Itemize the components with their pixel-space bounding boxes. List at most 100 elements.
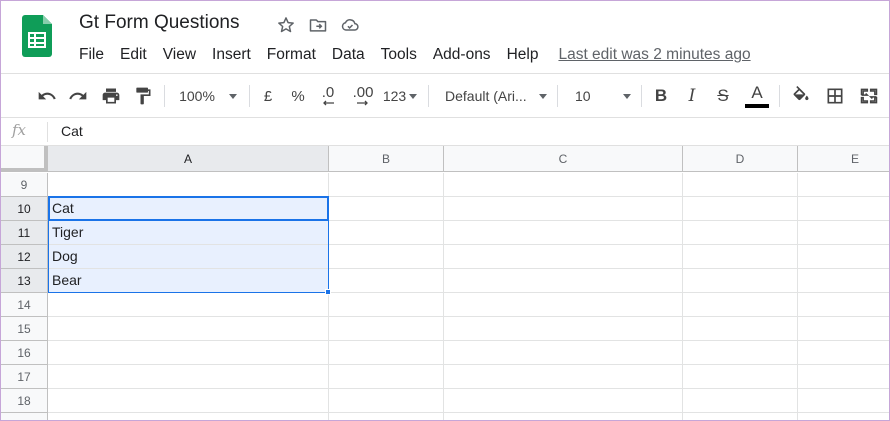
bold-button[interactable]: B: [649, 74, 673, 118]
cell-b11[interactable]: [329, 221, 444, 245]
cell-b15[interactable]: [329, 317, 444, 341]
text-color-button[interactable]: A: [744, 74, 770, 118]
cloud-status-icon[interactable]: [339, 14, 361, 36]
decrease-decimal-button[interactable]: .0: [315, 74, 341, 118]
cell-a19[interactable]: [48, 413, 329, 420]
cell-e19[interactable]: [798, 413, 889, 420]
zoom-select[interactable]: 100%: [173, 74, 243, 118]
cell-d17[interactable]: [683, 365, 798, 389]
cell-a12[interactable]: Dog: [48, 245, 329, 269]
select-all-corner[interactable]: [1, 146, 48, 172]
cell-a11[interactable]: Tiger: [48, 221, 329, 245]
cell-c15[interactable]: [444, 317, 683, 341]
percent-format-button[interactable]: %: [287, 74, 309, 118]
row-header[interactable]: 9: [1, 173, 48, 197]
cell-d16[interactable]: [683, 341, 798, 365]
cell-c17[interactable]: [444, 365, 683, 389]
cell-d14[interactable]: [683, 293, 798, 317]
font-family-select[interactable]: Default (Ari...: [439, 74, 551, 118]
strikethrough-button[interactable]: S: [711, 74, 735, 118]
italic-button[interactable]: I: [680, 74, 704, 118]
cell-c14[interactable]: [444, 293, 683, 317]
cell-c18[interactable]: [444, 389, 683, 413]
star-icon[interactable]: [275, 14, 297, 36]
row-header[interactable]: 10: [1, 197, 48, 221]
row-header[interactable]: 12: [1, 245, 48, 269]
menu-file[interactable]: File: [71, 44, 112, 66]
cell-b9[interactable]: [329, 173, 444, 197]
cell-b18[interactable]: [329, 389, 444, 413]
sheets-logo-icon[interactable]: [22, 15, 52, 57]
column-header-d[interactable]: D: [683, 146, 798, 172]
print-icon[interactable]: [99, 74, 123, 118]
formula-input[interactable]: Cat: [61, 123, 83, 139]
cell-d12[interactable]: [683, 245, 798, 269]
borders-icon[interactable]: [822, 74, 848, 118]
cell-a9[interactable]: [48, 173, 329, 197]
cell-e9[interactable]: [798, 173, 889, 197]
column-header-a[interactable]: A: [48, 146, 329, 172]
move-to-folder-icon[interactable]: [307, 14, 329, 36]
cell-e15[interactable]: [798, 317, 889, 341]
cell-a18[interactable]: [48, 389, 329, 413]
row-header[interactable]: 18: [1, 389, 48, 413]
cell-b12[interactable]: [329, 245, 444, 269]
cell-b16[interactable]: [329, 341, 444, 365]
column-header-c[interactable]: C: [444, 146, 683, 172]
cell-e12[interactable]: [798, 245, 889, 269]
cell-b17[interactable]: [329, 365, 444, 389]
increase-decimal-button[interactable]: .00: [349, 74, 377, 118]
cell-e13[interactable]: [798, 269, 889, 293]
cell-d19[interactable]: [683, 413, 798, 420]
menu-tools[interactable]: Tools: [373, 44, 425, 66]
cell-c11[interactable]: [444, 221, 683, 245]
column-header-b[interactable]: B: [329, 146, 444, 172]
row-header[interactable]: 11: [1, 221, 48, 245]
redo-icon[interactable]: [66, 74, 90, 118]
menu-insert[interactable]: Insert: [204, 44, 259, 66]
cell-a15[interactable]: [48, 317, 329, 341]
row-header[interactable]: 19: [1, 413, 48, 420]
row-header[interactable]: 15: [1, 317, 48, 341]
cell-e10[interactable]: [798, 197, 889, 221]
menu-format[interactable]: Format: [259, 44, 324, 66]
cell-c16[interactable]: [444, 341, 683, 365]
cell-d9[interactable]: [683, 173, 798, 197]
cell-d13[interactable]: [683, 269, 798, 293]
cell-a10[interactable]: Cat: [48, 197, 329, 221]
row-header[interactable]: 17: [1, 365, 48, 389]
paint-format-icon[interactable]: [131, 74, 155, 118]
cell-b10[interactable]: [329, 197, 444, 221]
cell-e14[interactable]: [798, 293, 889, 317]
font-size-select[interactable]: 10: [567, 74, 635, 118]
menu-help[interactable]: Help: [499, 44, 547, 66]
cell-b19[interactable]: [329, 413, 444, 420]
cell-d10[interactable]: [683, 197, 798, 221]
cell-b14[interactable]: [329, 293, 444, 317]
cell-c12[interactable]: [444, 245, 683, 269]
currency-format-button[interactable]: £: [257, 74, 279, 118]
cell-b13[interactable]: [329, 269, 444, 293]
menu-view[interactable]: View: [155, 44, 204, 66]
cell-c9[interactable]: [444, 173, 683, 197]
cell-c13[interactable]: [444, 269, 683, 293]
row-header[interactable]: 14: [1, 293, 48, 317]
menu-addons[interactable]: Add-ons: [425, 44, 499, 66]
fill-handle[interactable]: [325, 289, 331, 295]
cell-e11[interactable]: [798, 221, 889, 245]
menu-edit[interactable]: Edit: [112, 44, 155, 66]
fill-color-icon[interactable]: [788, 74, 814, 118]
merge-cells-icon[interactable]: [855, 74, 883, 118]
row-header[interactable]: 13: [1, 269, 48, 293]
column-header-e[interactable]: E: [798, 146, 889, 172]
cell-a17[interactable]: [48, 365, 329, 389]
cell-c10[interactable]: [444, 197, 683, 221]
cell-e17[interactable]: [798, 365, 889, 389]
cell-e16[interactable]: [798, 341, 889, 365]
undo-icon[interactable]: [35, 74, 59, 118]
cell-a14[interactable]: [48, 293, 329, 317]
cell-d18[interactable]: [683, 389, 798, 413]
last-edit-link[interactable]: Last edit was 2 minutes ago: [558, 46, 750, 64]
row-header[interactable]: 16: [1, 341, 48, 365]
more-formats-select[interactable]: 123: [381, 74, 419, 118]
